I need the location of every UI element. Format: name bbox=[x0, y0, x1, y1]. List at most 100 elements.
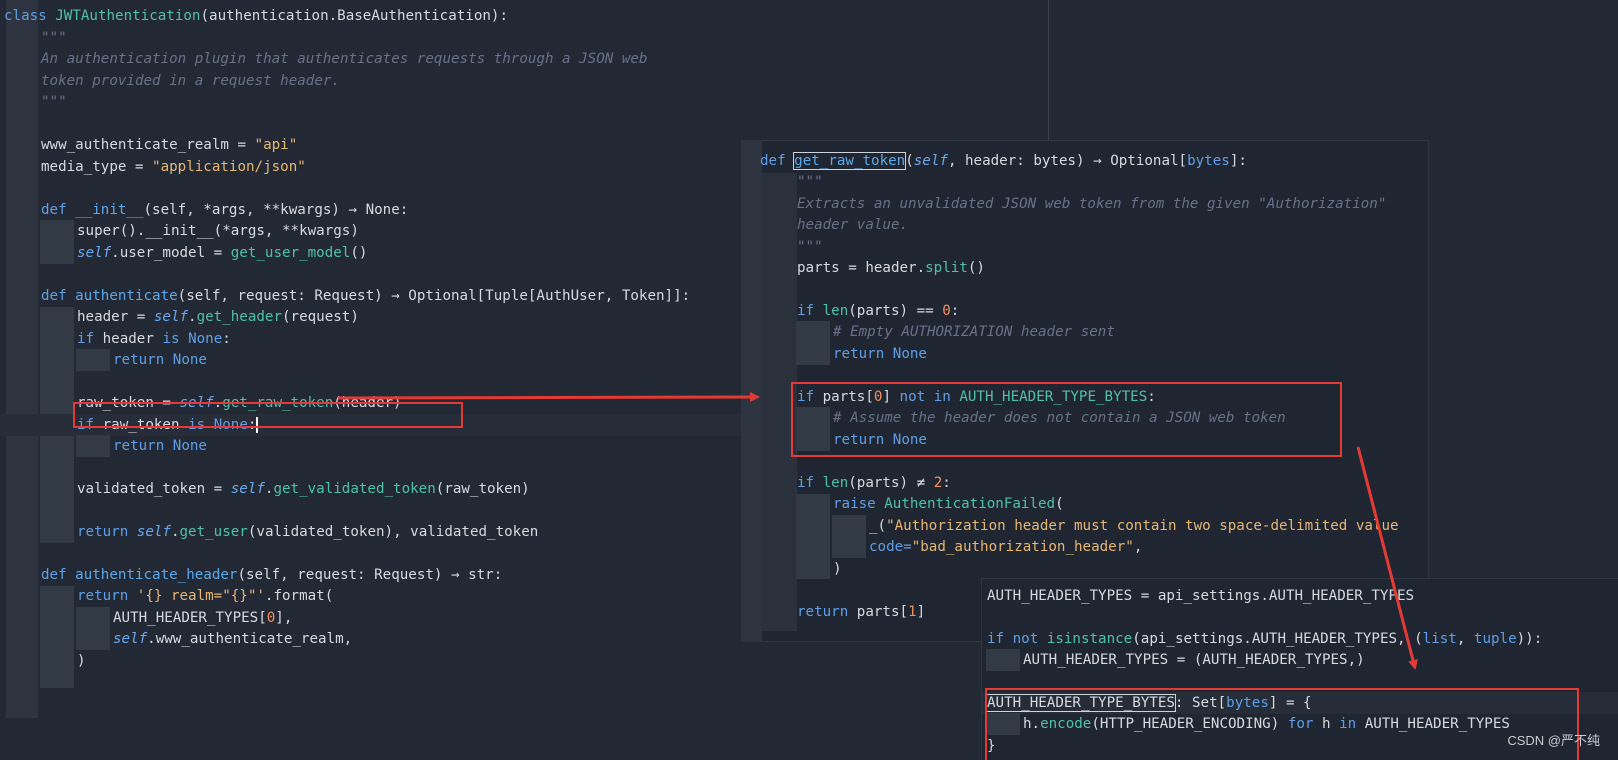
keyword: def bbox=[41, 288, 67, 304]
string: "Authorization header must contain two s… bbox=[886, 518, 1399, 534]
keyword: is bbox=[162, 331, 180, 347]
code-line[interactable]: return '{} realm="{}"'.format( bbox=[0, 585, 757, 607]
keyword-arg: code= bbox=[869, 539, 912, 555]
code-line[interactable]: super().__init__(*args, **kwargs) bbox=[0, 220, 757, 242]
comment: # Empty AUTHORIZATION header sent bbox=[833, 324, 1115, 340]
argument: (parts) bbox=[848, 303, 909, 319]
media-name: media_type bbox=[41, 159, 127, 175]
number: 0 bbox=[942, 303, 951, 319]
code-line[interactable]: parts = header.split() bbox=[742, 257, 1428, 279]
keyword: None bbox=[892, 346, 927, 362]
code-line[interactable]: AUTH_HEADER_TYPES = (AUTH_HEADER_TYPES,) bbox=[982, 649, 1618, 671]
operator: == bbox=[908, 303, 943, 319]
code-line[interactable]: self.www_authenticate_realm, bbox=[0, 628, 757, 650]
keyword: return bbox=[77, 588, 129, 604]
argument: (request) bbox=[282, 309, 359, 325]
editor-peek-get-raw-token[interactable]: def get_raw_token(self, header: bytes) →… bbox=[741, 140, 1429, 642]
code-line[interactable]: ) bbox=[0, 650, 757, 672]
code-line[interactable]: def __init__(self, *args, **kwargs) → No… bbox=[0, 199, 757, 221]
code-line[interactable]: if len(parts) == 0: bbox=[742, 300, 1428, 322]
code-line[interactable]: An authentication plugin that authentica… bbox=[0, 48, 757, 70]
function-name: __init__ bbox=[75, 202, 144, 218]
code-line[interactable]: return None bbox=[0, 435, 757, 457]
code-line[interactable]: media_type = "application/json" bbox=[0, 156, 757, 178]
code-line[interactable]: self.user_model = get_user_model() bbox=[0, 242, 757, 264]
type: bytes bbox=[1187, 153, 1230, 169]
code-line[interactable]: if len(parts) ≠ 2: bbox=[742, 472, 1428, 494]
variable: parts[ bbox=[856, 604, 909, 620]
code-line[interactable]: _("Authorization header must contain two… bbox=[742, 515, 1428, 537]
code-line[interactable]: ) bbox=[742, 558, 1428, 580]
code-line[interactable]: if not isinstance(api_settings.AUTH_HEAD… bbox=[982, 628, 1618, 650]
docstring: """ bbox=[797, 239, 823, 255]
code-line[interactable]: Extracts an unvalidated JSON web token f… bbox=[742, 193, 1428, 215]
string: '{} realm="{}"' bbox=[136, 588, 265, 604]
code-line[interactable]: code="bad_authorization_header", bbox=[742, 536, 1428, 558]
code-line[interactable]: return None bbox=[0, 349, 757, 371]
code-line[interactable]: raise AuthenticationFailed( bbox=[742, 493, 1428, 515]
keyword: def bbox=[41, 567, 67, 583]
punct: : bbox=[942, 475, 951, 491]
statement: super().__init__(*args, **kwargs) bbox=[77, 223, 359, 239]
self-keyword: self bbox=[230, 481, 265, 497]
keyword: return bbox=[833, 346, 885, 362]
keyword: not bbox=[1012, 631, 1039, 647]
code-line[interactable]: return self.get_user(validated_token), v… bbox=[0, 521, 757, 543]
punct: ( bbox=[905, 153, 914, 169]
close-paren: ) bbox=[77, 653, 86, 669]
code-line[interactable]: validated_token = self.get_validated_tok… bbox=[0, 478, 757, 500]
code-line[interactable]: return None bbox=[742, 343, 1428, 365]
code-line[interactable]: token provided in a request header. bbox=[0, 70, 757, 92]
code-line[interactable]: if header is None: bbox=[0, 328, 757, 350]
indent-guide bbox=[40, 242, 74, 264]
function-name: authenticate bbox=[75, 288, 178, 304]
function-call: get_user_model bbox=[230, 245, 351, 261]
watermark: CSDN @严不纯 bbox=[1507, 733, 1600, 748]
punct: ] bbox=[916, 604, 926, 620]
code-line[interactable]: def get_raw_token(self, header: bytes) →… bbox=[742, 150, 1428, 172]
function-call: len bbox=[822, 475, 849, 491]
function-call: get_header bbox=[196, 309, 283, 325]
signature: , header: bytes) → Optional[ bbox=[947, 153, 1188, 169]
code-line[interactable]: class JWTAuthentication(authentication.B… bbox=[0, 5, 757, 27]
code-line[interactable]: """ bbox=[742, 236, 1428, 258]
code-line[interactable]: """ bbox=[0, 91, 757, 113]
signature: (self, request: Request) → Optional[Tupl… bbox=[177, 288, 691, 304]
assignment: validated_token = bbox=[77, 481, 231, 497]
self-keyword: self bbox=[77, 245, 112, 261]
function-name: get_raw_token bbox=[793, 152, 907, 170]
code-line[interactable]: header = self.get_header(request) bbox=[0, 306, 757, 328]
code-line[interactable]: header value. bbox=[742, 214, 1428, 236]
keyword: return bbox=[113, 352, 165, 368]
code-line[interactable]: """ bbox=[0, 27, 757, 49]
docstring: """ bbox=[797, 174, 823, 190]
code-line[interactable]: def authenticate_header(self, request: R… bbox=[0, 564, 757, 586]
code-line[interactable]: def authenticate(self, request: Request)… bbox=[0, 285, 757, 307]
highlight-box bbox=[791, 382, 1342, 457]
function-call: get_user bbox=[179, 524, 248, 540]
docstring: token provided in a request header. bbox=[41, 73, 340, 89]
number: 2 bbox=[933, 475, 943, 491]
keyword: if bbox=[797, 475, 815, 491]
editor-main[interactable]: class JWTAuthentication(authentication.B… bbox=[0, 0, 757, 718]
attribute: .user_model = bbox=[111, 245, 231, 261]
punct: , bbox=[1133, 539, 1143, 555]
signature: (self, *args, **kwargs) → None: bbox=[143, 202, 409, 218]
self-keyword: self bbox=[913, 153, 948, 169]
indent-guide bbox=[832, 515, 866, 537]
indent-guide bbox=[76, 349, 110, 371]
indent-guide bbox=[832, 536, 866, 558]
function-call: split bbox=[925, 260, 968, 276]
code-line[interactable]: """ bbox=[742, 171, 1428, 193]
code-line[interactable]: # Empty AUTHORIZATION header sent bbox=[742, 321, 1428, 343]
punct: : bbox=[950, 303, 960, 319]
code-line[interactable]: www_authenticate_realm = "api" bbox=[0, 134, 757, 156]
keyword: if bbox=[987, 631, 1005, 647]
keyword: return bbox=[77, 524, 129, 540]
assignment: parts = header. bbox=[797, 260, 926, 276]
code-line[interactable]: AUTH_HEADER_TYPES[0], bbox=[0, 607, 757, 629]
builtin-type: list bbox=[1422, 631, 1457, 647]
string: "application/json" bbox=[152, 159, 306, 175]
string: "bad_authorization_header" bbox=[911, 539, 1134, 555]
code-line[interactable]: AUTH_HEADER_TYPES = api_settings.AUTH_HE… bbox=[982, 585, 1618, 607]
